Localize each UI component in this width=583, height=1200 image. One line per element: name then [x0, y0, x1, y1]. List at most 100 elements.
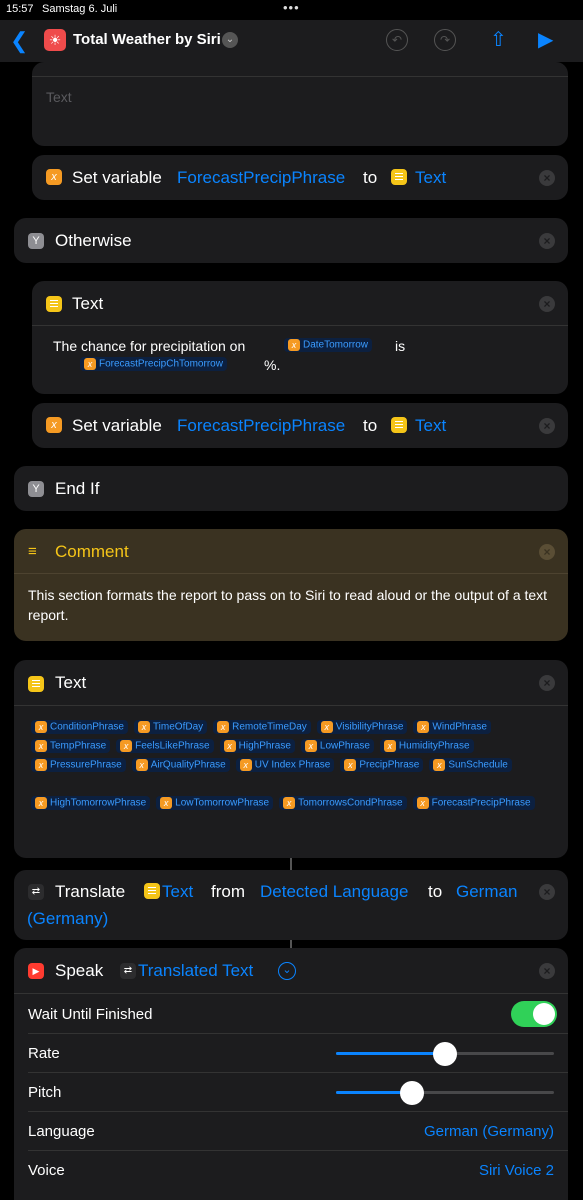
text-content-line[interactable]: The chance for precipitation on	[53, 338, 245, 354]
translate-action[interactable]: ⇄ Translate Text from Detected Language …	[14, 870, 568, 940]
variable-token[interactable]: x LowTomorrowPhrase	[156, 796, 274, 811]
rate-slider-thumb[interactable]	[433, 1042, 457, 1066]
divider	[32, 325, 568, 326]
wait-until-finished-toggle[interactable]	[511, 1001, 557, 1027]
variable-token[interactable]: x WindPhrase	[413, 720, 491, 735]
variable-token[interactable]: x PressurePhrase	[31, 758, 126, 773]
text-content-percent: %.	[264, 357, 281, 373]
token-row: x TempPhrase x FeelsLikePhrase x HighPhrase x L…	[31, 736, 561, 755]
target-language-token-cont[interactable]: (Germany)	[27, 909, 108, 929]
text-placeholder[interactable]: Text	[46, 89, 72, 105]
shortcut-title[interactable]: Total Weather by Siri	[73, 31, 221, 48]
pitch-label: Pitch	[28, 1084, 62, 1101]
text-content-is: is	[395, 338, 406, 354]
remove-action-icon[interactable]: ×	[539, 296, 555, 312]
divider	[28, 1033, 568, 1034]
value-token[interactable]: Text	[415, 168, 446, 188]
divider	[32, 76, 568, 77]
remove-action-icon[interactable]: ×	[539, 418, 555, 434]
chevron-down-icon[interactable]: ⌄	[222, 32, 238, 48]
text-icon	[144, 882, 160, 900]
language-label: Language	[28, 1123, 95, 1140]
token-row: x ConditionPhrase x TimeOfDay x RemoteTimeDay…	[31, 717, 561, 736]
set-variable-action-1[interactable]: x Set variable ForecastPrecipPhrase to T…	[32, 155, 568, 200]
otherwise-label: Otherwise	[55, 231, 132, 250]
rate-slider[interactable]	[336, 1042, 554, 1066]
back-chevron-icon[interactable]: ❮	[10, 28, 28, 54]
variable-token-precip-chance[interactable]: x ForecastPrecipChTomorrow	[80, 357, 227, 371]
remove-action-icon[interactable]: ×	[539, 170, 555, 186]
remove-action-icon[interactable]: ×	[539, 884, 555, 900]
text-action-card-2[interactable]: Text × The chance for precipitation on x…	[32, 281, 568, 394]
comment-action[interactable]: ≡ Comment × This section formats the rep…	[14, 529, 568, 641]
text-variables-block[interactable]: x ConditionPhrase x TimeOfDay x RemoteTimeDay…	[31, 717, 561, 812]
from-label: from	[211, 882, 245, 901]
remove-action-icon[interactable]: ×	[539, 233, 555, 249]
source-language-token[interactable]: Detected Language	[260, 882, 408, 902]
variable-token[interactable]: x TempPhrase	[31, 739, 111, 754]
play-icon[interactable]: ▶	[538, 27, 553, 52]
divider	[28, 1111, 568, 1112]
expand-chevron-icon[interactable]: ⌄	[278, 962, 296, 980]
language-value[interactable]: German (Germany)	[424, 1123, 554, 1140]
variable-token[interactable]: x VisibilityPhrase	[316, 720, 408, 735]
set-variable-action-2[interactable]: x Set variable ForecastPrecipPhrase to T…	[32, 403, 568, 448]
wait-until-finished-label: Wait Until Finished	[28, 1006, 153, 1023]
speak-label: Speak	[55, 961, 104, 980]
speak-input-token[interactable]: Translated Text	[138, 961, 253, 981]
variable-token[interactable]: x LowPhrase	[300, 739, 374, 754]
variable-token[interactable]: x TimeOfDay	[133, 720, 208, 735]
status-date: Samstag 6. Juli	[42, 3, 118, 15]
divider	[28, 1072, 568, 1073]
divider	[28, 1150, 568, 1151]
otherwise-action[interactable]: Y Otherwise ×	[14, 218, 568, 263]
multitasking-dots[interactable]: •••	[283, 0, 300, 15]
voice-value[interactable]: Siri Voice 2	[479, 1162, 554, 1179]
variable-name-token[interactable]: ForecastPrecipPhrase	[177, 168, 345, 188]
end-if-label: End If	[55, 479, 100, 498]
sun-icon: ☀	[44, 29, 66, 51]
variable-token[interactable]: x FeelsLikePhrase	[116, 739, 214, 754]
variable-token[interactable]: x ForecastPrecipPhrase	[412, 796, 535, 811]
undo-icon[interactable]: ↶	[386, 29, 408, 51]
variable-token[interactable]: x PrecipPhrase	[340, 758, 424, 773]
variable-token[interactable]: x ConditionPhrase	[31, 720, 128, 735]
variable-token[interactable]: x HighPhrase	[219, 739, 295, 754]
comment-title: Comment	[55, 542, 129, 561]
translate-icon: ⇄	[120, 962, 136, 980]
remove-action-icon[interactable]: ×	[539, 963, 555, 979]
variable-token[interactable]: x SunSchedule	[429, 758, 512, 773]
variable-token[interactable]: x TomorrowsCondPhrase	[279, 796, 407, 811]
comment-lines-icon: ≡	[28, 543, 37, 560]
variable-name-token[interactable]: ForecastPrecipPhrase	[177, 416, 345, 436]
remove-action-icon[interactable]: ×	[539, 544, 555, 560]
set-variable-label: Set variable	[72, 416, 162, 435]
target-language-token[interactable]: German	[456, 882, 517, 902]
variable-token[interactable]: x HighTomorrowPhrase	[31, 796, 151, 811]
value-token[interactable]: Text	[415, 416, 446, 436]
translate-input-token[interactable]: Text	[162, 882, 193, 902]
pitch-slider[interactable]	[336, 1081, 554, 1105]
rate-label: Rate	[28, 1045, 60, 1062]
share-icon[interactable]: ⇧	[490, 27, 507, 52]
token-row: x HighTomorrowPhrase x LowTomorrowPhrase x To…	[31, 793, 561, 812]
variable-icon: x	[46, 168, 62, 186]
text-icon	[46, 295, 62, 313]
variable-token-date-tomorrow[interactable]: x DateTomorrow	[284, 338, 373, 352]
variable-token[interactable]: x HumidityPhrase	[379, 739, 474, 754]
variable-token[interactable]: x AirQualityPhrase	[131, 758, 230, 773]
connector-line	[290, 858, 292, 870]
variable-token[interactable]: x RemoteTimeDay	[213, 720, 311, 735]
branch-icon: Y	[28, 480, 44, 498]
text-icon	[391, 168, 407, 186]
redo-icon[interactable]: ↷	[434, 29, 456, 51]
pitch-slider-thumb[interactable]	[400, 1081, 424, 1105]
translate-icon: ⇄	[28, 883, 44, 901]
divider	[14, 573, 568, 574]
end-if-action[interactable]: Y End If	[14, 466, 568, 511]
speak-action[interactable]: ▶ Speak ⇄ Translated Text ⌄ × Wait Until…	[14, 948, 568, 1200]
variable-token[interactable]: x UV Index Phrase	[235, 758, 335, 773]
text-action-card-3[interactable]: Text × x ConditionPhrase x TimeOfDay x Remote…	[14, 660, 568, 858]
remove-action-icon[interactable]: ×	[539, 675, 555, 691]
comment-body[interactable]: This section formats the report to pass …	[28, 585, 556, 625]
